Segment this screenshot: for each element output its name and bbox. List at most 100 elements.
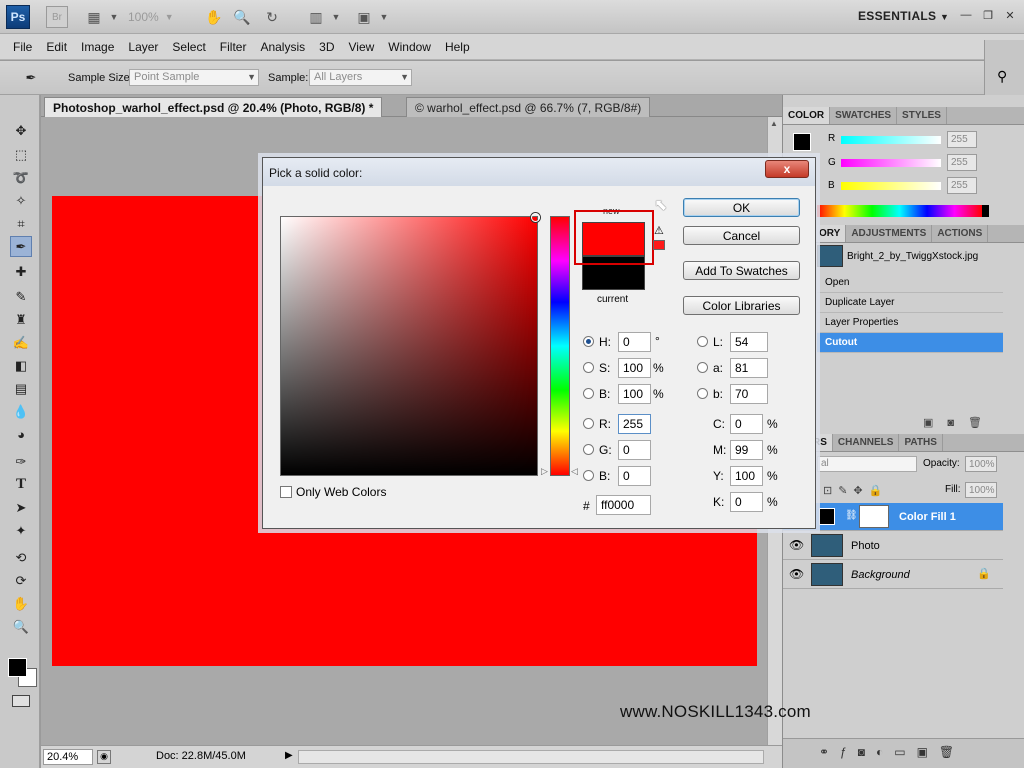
- radio-h[interactable]: [583, 336, 594, 347]
- c-field[interactable]: 0: [730, 414, 763, 434]
- pen-tool-icon[interactable]: ✑: [10, 451, 32, 472]
- zoom-level-dropdown[interactable]: 100% ▼: [128, 8, 182, 26]
- lasso-tool-icon[interactable]: ➰: [10, 167, 32, 188]
- crop-tool-icon[interactable]: ⌗: [10, 213, 32, 234]
- eyedropper-preset-icon[interactable]: ✒: [20, 67, 42, 88]
- lock-icons[interactable]: ⊡✎✥🔒: [823, 484, 888, 497]
- h-field[interactable]: 0: [618, 332, 651, 352]
- eraser-tool-icon[interactable]: ◧: [10, 355, 32, 376]
- menu-select[interactable]: Select: [165, 40, 212, 54]
- menu-window[interactable]: Window: [381, 40, 438, 54]
- radio-s[interactable]: [583, 362, 594, 373]
- minimize-icon[interactable]: —: [958, 8, 974, 22]
- l-field[interactable]: 54: [730, 332, 768, 352]
- radio-b[interactable]: [583, 388, 594, 399]
- foreground-color-swatch[interactable]: [8, 658, 27, 677]
- tab-swatches[interactable]: SWATCHES: [830, 107, 898, 124]
- 3d-rotate-tool-icon[interactable]: ⟲: [10, 547, 32, 568]
- b-field[interactable]: 100: [618, 384, 651, 404]
- menu-filter[interactable]: Filter: [213, 40, 254, 54]
- sample-select[interactable]: All Layers ▼: [309, 69, 412, 86]
- hand-tool-icon[interactable]: ✋: [204, 8, 224, 26]
- layer-row[interactable]: 👁 Background 🔒: [783, 561, 1003, 589]
- view-extras-icon[interactable]: ▦: [84, 8, 104, 26]
- tab-channels[interactable]: CHANNELS: [833, 434, 900, 451]
- menu-file[interactable]: File: [6, 40, 39, 54]
- color-libraries-button[interactable]: Color Libraries: [683, 296, 800, 315]
- history-brush-tool-icon[interactable]: ✍: [10, 332, 32, 353]
- spectrum-black[interactable]: [982, 205, 989, 217]
- layers-footer-icons[interactable]: ⚭ƒ◙◐▭▣🗑: [819, 745, 965, 759]
- type-tool-icon[interactable]: T: [10, 474, 32, 495]
- move-tool-icon[interactable]: ✥: [10, 120, 32, 141]
- menu-help[interactable]: Help: [438, 40, 477, 54]
- close-icon[interactable]: ✕: [1002, 8, 1018, 22]
- history-footer-icons[interactable]: ▣◙🗑: [923, 416, 996, 429]
- 3d-orbit-tool-icon[interactable]: ⟳: [10, 570, 32, 591]
- lab-b-field[interactable]: 70: [730, 384, 768, 404]
- blur-tool-icon[interactable]: 💧: [10, 401, 32, 422]
- ok-button[interactable]: OK: [683, 198, 800, 217]
- chevron-down-icon[interactable]: ▼: [104, 8, 124, 26]
- eyedropper-tool-icon[interactable]: ✒: [10, 236, 32, 257]
- healing-brush-tool-icon[interactable]: ✚: [10, 261, 32, 282]
- screen-mode-icon[interactable]: ▣: [354, 8, 374, 26]
- status-options-icon[interactable]: ◉: [97, 750, 111, 764]
- chevron-down-icon[interactable]: ▼: [326, 8, 346, 26]
- restore-icon[interactable]: ❐: [980, 8, 996, 22]
- hue-slider[interactable]: [550, 216, 570, 476]
- history-step[interactable]: Open: [817, 273, 1003, 293]
- r-field[interactable]: 255: [618, 414, 651, 434]
- dialog-close-button[interactable]: x: [765, 160, 809, 178]
- menu-image[interactable]: Image: [74, 40, 121, 54]
- quick-mask-icon[interactable]: [12, 695, 30, 707]
- scroll-up-icon[interactable]: ▲: [770, 119, 778, 128]
- history-step[interactable]: Layer Properties: [817, 313, 1003, 333]
- channel-b-value[interactable]: 255: [947, 177, 977, 194]
- tab-paths[interactable]: PATHS: [899, 434, 943, 451]
- hue-slider-right-arrow-icon[interactable]: ◁: [571, 466, 578, 477]
- radio-r[interactable]: [583, 418, 594, 429]
- gamut-color-swatch[interactable]: [653, 240, 665, 250]
- out-of-gamut-warning-icon[interactable]: ⚠: [654, 224, 664, 237]
- history-step-selected[interactable]: Cutout: [817, 333, 1003, 353]
- menu-3d[interactable]: 3D: [312, 40, 341, 54]
- color-field-cursor[interactable]: [531, 213, 540, 222]
- color-spectrum-ramp[interactable]: [817, 205, 982, 217]
- radio-lab-b[interactable]: [697, 388, 708, 399]
- blend-mode-select[interactable]: al: [817, 456, 917, 472]
- tab-warhol-effect[interactable]: © warhol_effect.psd @ 66.7% (7, RGB/8#): [406, 97, 651, 117]
- zoom-field[interactable]: 20.4%: [43, 749, 93, 765]
- hex-field[interactable]: ff0000: [596, 495, 651, 515]
- tab-actions[interactable]: ACTIONS: [932, 225, 989, 242]
- status-menu-arrow-icon[interactable]: ▶: [285, 750, 293, 761]
- dodge-tool-icon[interactable]: ◕: [10, 424, 32, 445]
- hand-tool-icon[interactable]: ✋: [10, 593, 32, 614]
- snapshot-name[interactable]: Bright_2_by_TwiggXstock.jpg: [847, 251, 978, 262]
- zoom-tool-icon[interactable]: 🔍: [10, 616, 32, 637]
- only-web-colors-checkbox[interactable]: [280, 486, 292, 498]
- y-field[interactable]: 100: [730, 466, 763, 486]
- hue-slider-left-arrow-icon[interactable]: ▷: [541, 466, 548, 477]
- sample-size-select[interactable]: Point Sample ▼: [129, 69, 259, 86]
- layer-row-selected[interactable]: ⛓ Color Fill 1: [783, 503, 1003, 531]
- channel-r-slider[interactable]: [841, 136, 941, 144]
- usb-icon[interactable]: ⚲: [997, 68, 1007, 85]
- cancel-button[interactable]: Cancel: [683, 226, 800, 245]
- radio-blue[interactable]: [583, 470, 594, 481]
- channel-g-value[interactable]: 255: [947, 154, 977, 171]
- channel-g-slider[interactable]: [841, 159, 941, 167]
- g-field[interactable]: 0: [618, 440, 651, 460]
- workspace-switcher[interactable]: ESSENTIALS ▼: [858, 9, 949, 23]
- clone-stamp-tool-icon[interactable]: ♜: [10, 309, 32, 330]
- menu-edit[interactable]: Edit: [39, 40, 74, 54]
- m-field[interactable]: 99: [730, 440, 763, 460]
- tab-adjustments[interactable]: ADJUSTMENTS: [846, 225, 933, 242]
- tab-styles[interactable]: STYLES: [897, 107, 947, 124]
- blue-field[interactable]: 0: [618, 466, 651, 486]
- channel-r-value[interactable]: 255: [947, 131, 977, 148]
- history-step[interactable]: Duplicate Layer: [817, 293, 1003, 313]
- brush-tool-icon[interactable]: ✎: [10, 286, 32, 307]
- radio-g[interactable]: [583, 444, 594, 455]
- tab-photoshop-warhol-effect[interactable]: Photoshop_warhol_effect.psd @ 20.4% (Pho…: [44, 97, 383, 117]
